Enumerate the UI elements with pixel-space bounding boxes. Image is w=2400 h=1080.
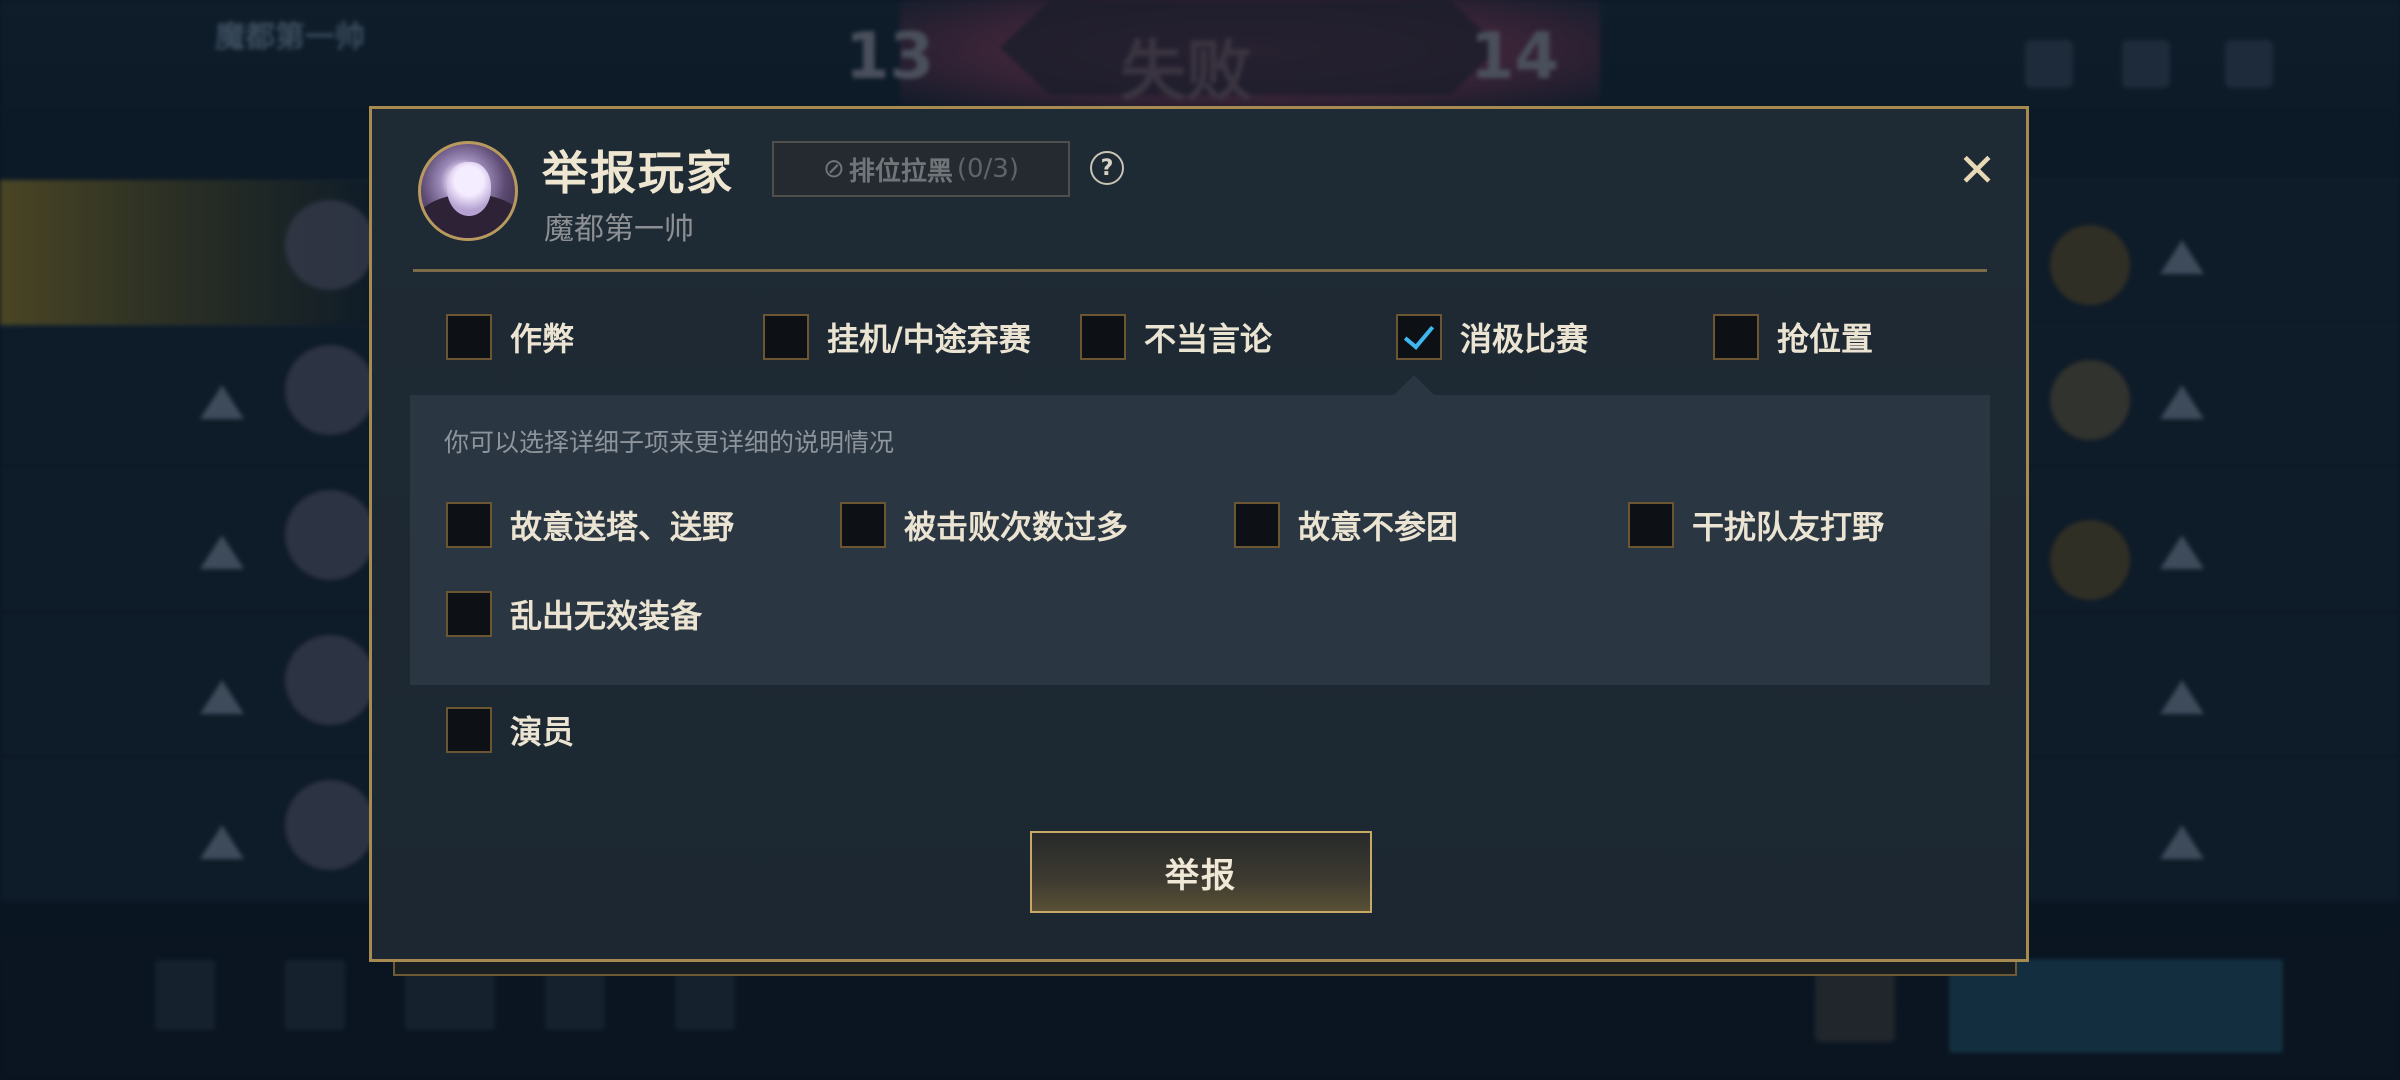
- category-inappropriate-speech[interactable]: 不当言论: [1080, 314, 1272, 360]
- sub-item-label: 乱出无效装备: [510, 597, 703, 635]
- report-submit-button[interactable]: 举报: [1030, 831, 1372, 913]
- bg-avatar: [285, 780, 375, 870]
- bg-bottom-tab: [155, 960, 215, 1030]
- category-afk[interactable]: 挂机/中途弃赛: [763, 314, 1031, 360]
- category-label: 消极比赛: [1460, 320, 1589, 358]
- bg-like-icon: [2160, 240, 2204, 274]
- report-player-dialog: 举报玩家 魔都第一帅 ⊘ 排位拉黑 (0/3) ? ✕ 作弊 挂机/中途弃赛 不…: [369, 106, 2029, 962]
- sub-item-label: 被击败次数过多: [904, 508, 1129, 546]
- dialog-title: 举报玩家: [542, 146, 734, 200]
- sub-item-jungle-interference[interactable]: 干扰队友打野: [1628, 502, 1884, 548]
- category-label: 挂机/中途弃赛: [827, 320, 1031, 358]
- sub-item-no-teamfight[interactable]: 故意不参团: [1234, 502, 1458, 548]
- bg-like-icon: [200, 680, 244, 714]
- player-avatar: [418, 141, 518, 241]
- bg-like-icon: [2160, 535, 2204, 569]
- bg-score-right: 14: [1470, 20, 1560, 94]
- bg-rank-badge: [2050, 520, 2130, 600]
- ranked-blacklist-button[interactable]: ⊘ 排位拉黑 (0/3): [772, 141, 1070, 197]
- avatar-face: [447, 162, 491, 216]
- bg-like-icon: [2160, 385, 2204, 419]
- checkbox[interactable]: [446, 707, 492, 753]
- category-label: 不当言论: [1144, 320, 1273, 358]
- bg-like-icon: [200, 385, 244, 419]
- checkbox[interactable]: [446, 502, 492, 548]
- category-label: 演员: [510, 713, 575, 751]
- checkbox[interactable]: [1234, 502, 1280, 548]
- bg-top-icon-3: [2225, 40, 2273, 88]
- checkbox[interactable]: [763, 314, 809, 360]
- checkbox-checked[interactable]: [1396, 314, 1442, 360]
- sub-item-feeding[interactable]: 故意送塔、送野: [446, 502, 734, 548]
- category-actor[interactable]: 演员: [446, 707, 574, 753]
- sub-item-label: 干扰队友打野: [1692, 508, 1885, 546]
- bg-like-icon: [200, 535, 244, 569]
- bg-avatar: [285, 635, 375, 725]
- bg-rank-badge: [2050, 360, 2130, 440]
- category-negative-play[interactable]: 消极比赛: [1396, 314, 1588, 360]
- bg-like-icon: [200, 825, 244, 859]
- bg-score-left: 13: [845, 20, 935, 94]
- close-icon[interactable]: ✕: [1952, 143, 2002, 197]
- blacklist-count: (0/3): [956, 154, 1019, 184]
- checkbox[interactable]: [840, 502, 886, 548]
- sub-items-hint: 你可以选择详细子项来更详细的说明情况: [444, 428, 895, 457]
- bg-home-icon: [1815, 972, 1895, 1042]
- bg-like-icon: [2160, 825, 2204, 859]
- checkbox[interactable]: [1080, 314, 1126, 360]
- sub-panel-pointer: [1394, 375, 1434, 395]
- dialog-body: 举报玩家 魔都第一帅 ⊘ 排位拉黑 (0/3) ? ✕ 作弊 挂机/中途弃赛 不…: [372, 109, 2026, 959]
- blacklist-label: 排位拉黑: [848, 156, 953, 187]
- reported-player-name: 魔都第一帅: [544, 212, 694, 247]
- sub-item-too-many-deaths[interactable]: 被击败次数过多: [840, 502, 1128, 548]
- sub-item-label: 故意不参团: [1298, 508, 1459, 546]
- bg-result-text: 失败: [1120, 33, 1252, 110]
- bg-avatar: [285, 345, 375, 435]
- header-divider: [413, 269, 1987, 272]
- bg-bottom-tab: [285, 960, 345, 1030]
- bg-top-icon-2: [2122, 40, 2170, 88]
- checkbox[interactable]: [446, 591, 492, 637]
- bg-top-icon-1: [2025, 40, 2073, 88]
- checkbox[interactable]: [446, 314, 492, 360]
- category-cheating[interactable]: 作弊: [446, 314, 574, 360]
- checkbox[interactable]: [1628, 502, 1674, 548]
- category-position-stealing[interactable]: 抢位置: [1713, 314, 1873, 360]
- bg-rank-badge: [2050, 225, 2130, 305]
- bg-like-icon: [2160, 680, 2204, 714]
- sub-item-invalid-items[interactable]: 乱出无效装备: [446, 591, 702, 637]
- category-label: 作弊: [510, 320, 575, 358]
- bg-avatar: [285, 200, 375, 290]
- checkbox[interactable]: [1713, 314, 1759, 360]
- bg-avatar: [285, 490, 375, 580]
- bg-player-name: 魔都第一帅: [215, 20, 365, 55]
- category-label: 抢位置: [1777, 320, 1874, 358]
- sub-item-label: 故意送塔、送野: [510, 508, 735, 546]
- sub-items-panel: 你可以选择详细子项来更详细的说明情况 故意送塔、送野 被击败次数过多 故意不参团…: [410, 395, 1990, 685]
- ban-icon: ⊘: [823, 154, 845, 184]
- question-circle-icon[interactable]: ?: [1090, 151, 1124, 185]
